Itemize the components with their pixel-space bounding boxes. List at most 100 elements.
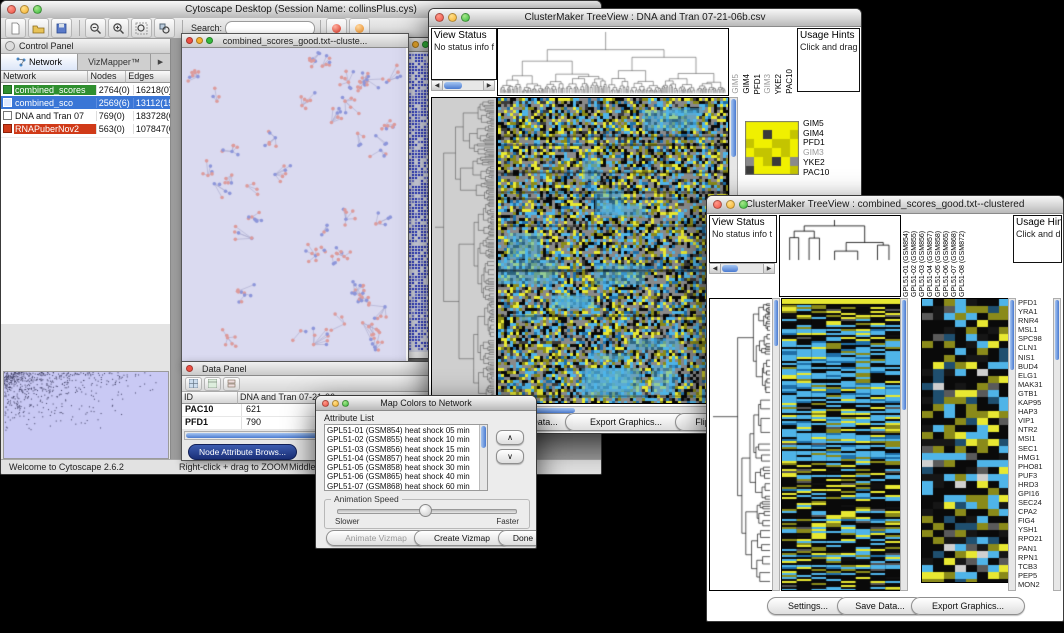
select-attributes-button[interactable] [185,377,202,391]
gene-label[interactable]: PUF3 [1018,471,1052,480]
treeview2-titlebar[interactable]: ClusterMaker TreeView : combined_scores_… [707,196,1063,214]
attribute-item[interactable]: GPL51-01 (GSM854) heat shock 05 min [327,426,478,435]
dendrogram-scrollbar[interactable] [772,298,780,591]
gene-label[interactable]: GTB1 [1018,389,1052,398]
gene-label[interactable]: HMG1 [1018,453,1052,462]
minimize-button[interactable] [726,200,735,209]
column-dendrogram-canvas[interactable] [779,215,901,297]
tab-network[interactable]: Network [1,54,78,70]
gene-label[interactable]: CPA2 [1018,507,1052,516]
gene-label[interactable]: BUD4 [1018,362,1052,371]
attribute-listbox[interactable]: GPL51-01 (GSM854) heat shock 05 minGPL51… [324,424,488,491]
column-header-nodes[interactable]: Nodes [88,71,126,83]
heatmap-vertical-scrollbar[interactable] [900,298,908,591]
gene-label[interactable]: RPO21 [1018,534,1052,543]
gene-label[interactable]: MSI1 [1018,434,1052,443]
dialog-titlebar[interactable]: Map Colors to Network [316,396,536,411]
animate-vizmap-button[interactable]: Animate Vizmap [326,530,426,546]
zoom-button[interactable] [461,13,470,22]
gene-label[interactable]: FIG4 [1018,516,1052,525]
close-button[interactable] [435,13,444,22]
gene-label[interactable]: PHO81 [1018,462,1052,471]
scroll-right-icon[interactable]: ▶ [483,81,494,90]
attribute-item[interactable]: GPL51-06 (GSM865) heat shock 40 min [327,472,478,481]
scrollbar-thumb[interactable] [1055,300,1059,360]
scrollbar-thumb[interactable] [481,426,486,448]
gene-label[interactable]: PAN1 [1018,544,1052,553]
export-graphics-button[interactable]: Export Graphics... [565,413,687,431]
zoom-selected-button[interactable] [154,18,175,38]
gene-list-scrollbar[interactable] [1053,298,1061,591]
network-list-row[interactable]: DNA and Tran 07769(0)183728(0) [1,109,170,122]
zoom-button[interactable] [206,37,213,44]
close-button[interactable] [713,200,722,209]
gene-label[interactable]: YRA1 [1018,307,1052,316]
network-overview-thumbnail[interactable] [3,371,169,459]
column-dendrogram-canvas[interactable] [497,28,729,96]
network-list-row[interactable]: combined_scores2764(0)16218(0) [1,83,170,96]
move-down-button[interactable]: ∨ [496,449,524,464]
attribute-options-button[interactable] [223,377,240,391]
tab-vizmapper[interactable]: VizMapper™ [78,54,151,70]
zoom-fit-button[interactable] [131,18,152,38]
gene-label[interactable]: SPC98 [1018,334,1052,343]
correlation-matrix-canvas[interactable] [745,121,799,175]
scroll-left-icon[interactable]: ◀ [432,81,443,90]
scrollbar-thumb[interactable] [731,99,736,157]
gene-label[interactable]: TCB3 [1018,562,1052,571]
scroll-right-icon[interactable]: ▶ [763,264,774,273]
zoom-button[interactable] [33,5,42,14]
gene-label[interactable]: SEC24 [1018,498,1052,507]
scroll-left-icon[interactable]: ◀ [710,264,721,273]
scrollbar-thumb[interactable] [902,300,906,410]
gene-label[interactable]: KAP95 [1018,398,1052,407]
zoom-heatmap-canvas[interactable] [921,298,1009,583]
minimize-button[interactable] [20,5,29,14]
close-button[interactable] [186,365,193,372]
mini-scrollbar[interactable]: ◀ ▶ [431,80,495,91]
network-graph-canvas[interactable] [182,48,406,363]
zoom-button[interactable] [342,400,349,407]
scrollbar-thumb[interactable] [444,82,462,89]
attribute-item[interactable]: GPL51-02 (GSM855) heat shock 10 min [327,435,478,444]
column-header-edges[interactable]: Edges [126,71,170,83]
frame-titlebar[interactable]: combined_scores_good.txt--cluste... [182,34,408,48]
frame-titlebar[interactable]: Data Panel [182,362,432,376]
gene-label[interactable]: HRD3 [1018,480,1052,489]
row-dendrogram-canvas[interactable] [709,298,773,591]
open-session-button[interactable] [28,18,49,38]
minimize-button[interactable] [332,400,339,407]
attribute-item[interactable]: GPL51-04 (GSM857) heat shock 20 min [327,454,478,463]
heatmap-canvas[interactable] [781,298,901,591]
tab-overflow-arrow[interactable]: ▶ [151,54,170,70]
gene-label[interactable]: ELG1 [1018,371,1052,380]
gene-label[interactable]: PFD1 [1018,298,1052,307]
network-list-row[interactable]: RNAPuberNov2563(0)107847(0) [1,122,170,135]
gene-label[interactable]: NTR2 [1018,425,1052,434]
done-button[interactable]: Done [498,530,537,546]
scrollbar-thumb[interactable] [722,265,738,272]
move-up-button[interactable]: ∧ [496,430,524,445]
gene-label[interactable]: GPI16 [1018,489,1052,498]
zoom-button[interactable] [739,200,748,209]
scrollbar-thumb[interactable] [774,300,778,346]
minimize-button[interactable] [196,37,203,44]
mini-scrollbar[interactable]: ◀ ▶ [709,263,775,274]
gene-label[interactable]: HAP3 [1018,407,1052,416]
gene-label[interactable]: VIP1 [1018,416,1052,425]
minimize-button[interactable] [412,41,419,48]
new-session-button[interactable] [5,18,26,38]
gene-label[interactable]: YSH1 [1018,525,1052,534]
node-attribute-browser-button[interactable]: Node Attribute Brows... [188,444,297,460]
column-header-id[interactable]: ID [182,392,238,404]
column-header-network[interactable]: Network [1,71,88,83]
zoom-out-button[interactable] [85,18,106,38]
minimize-button[interactable] [448,13,457,22]
save-session-button[interactable] [51,18,72,38]
network-list-row[interactable]: combined_sco2569(6)13112(15) [1,96,170,109]
gene-label[interactable]: RNR4 [1018,316,1052,325]
attribute-item[interactable]: GPL51-05 (GSM858) heat shock 30 min [327,463,478,472]
gene-label[interactable]: NIS1 [1018,353,1052,362]
scrollbar-thumb[interactable] [1010,300,1014,370]
float-icon[interactable] [5,41,15,51]
